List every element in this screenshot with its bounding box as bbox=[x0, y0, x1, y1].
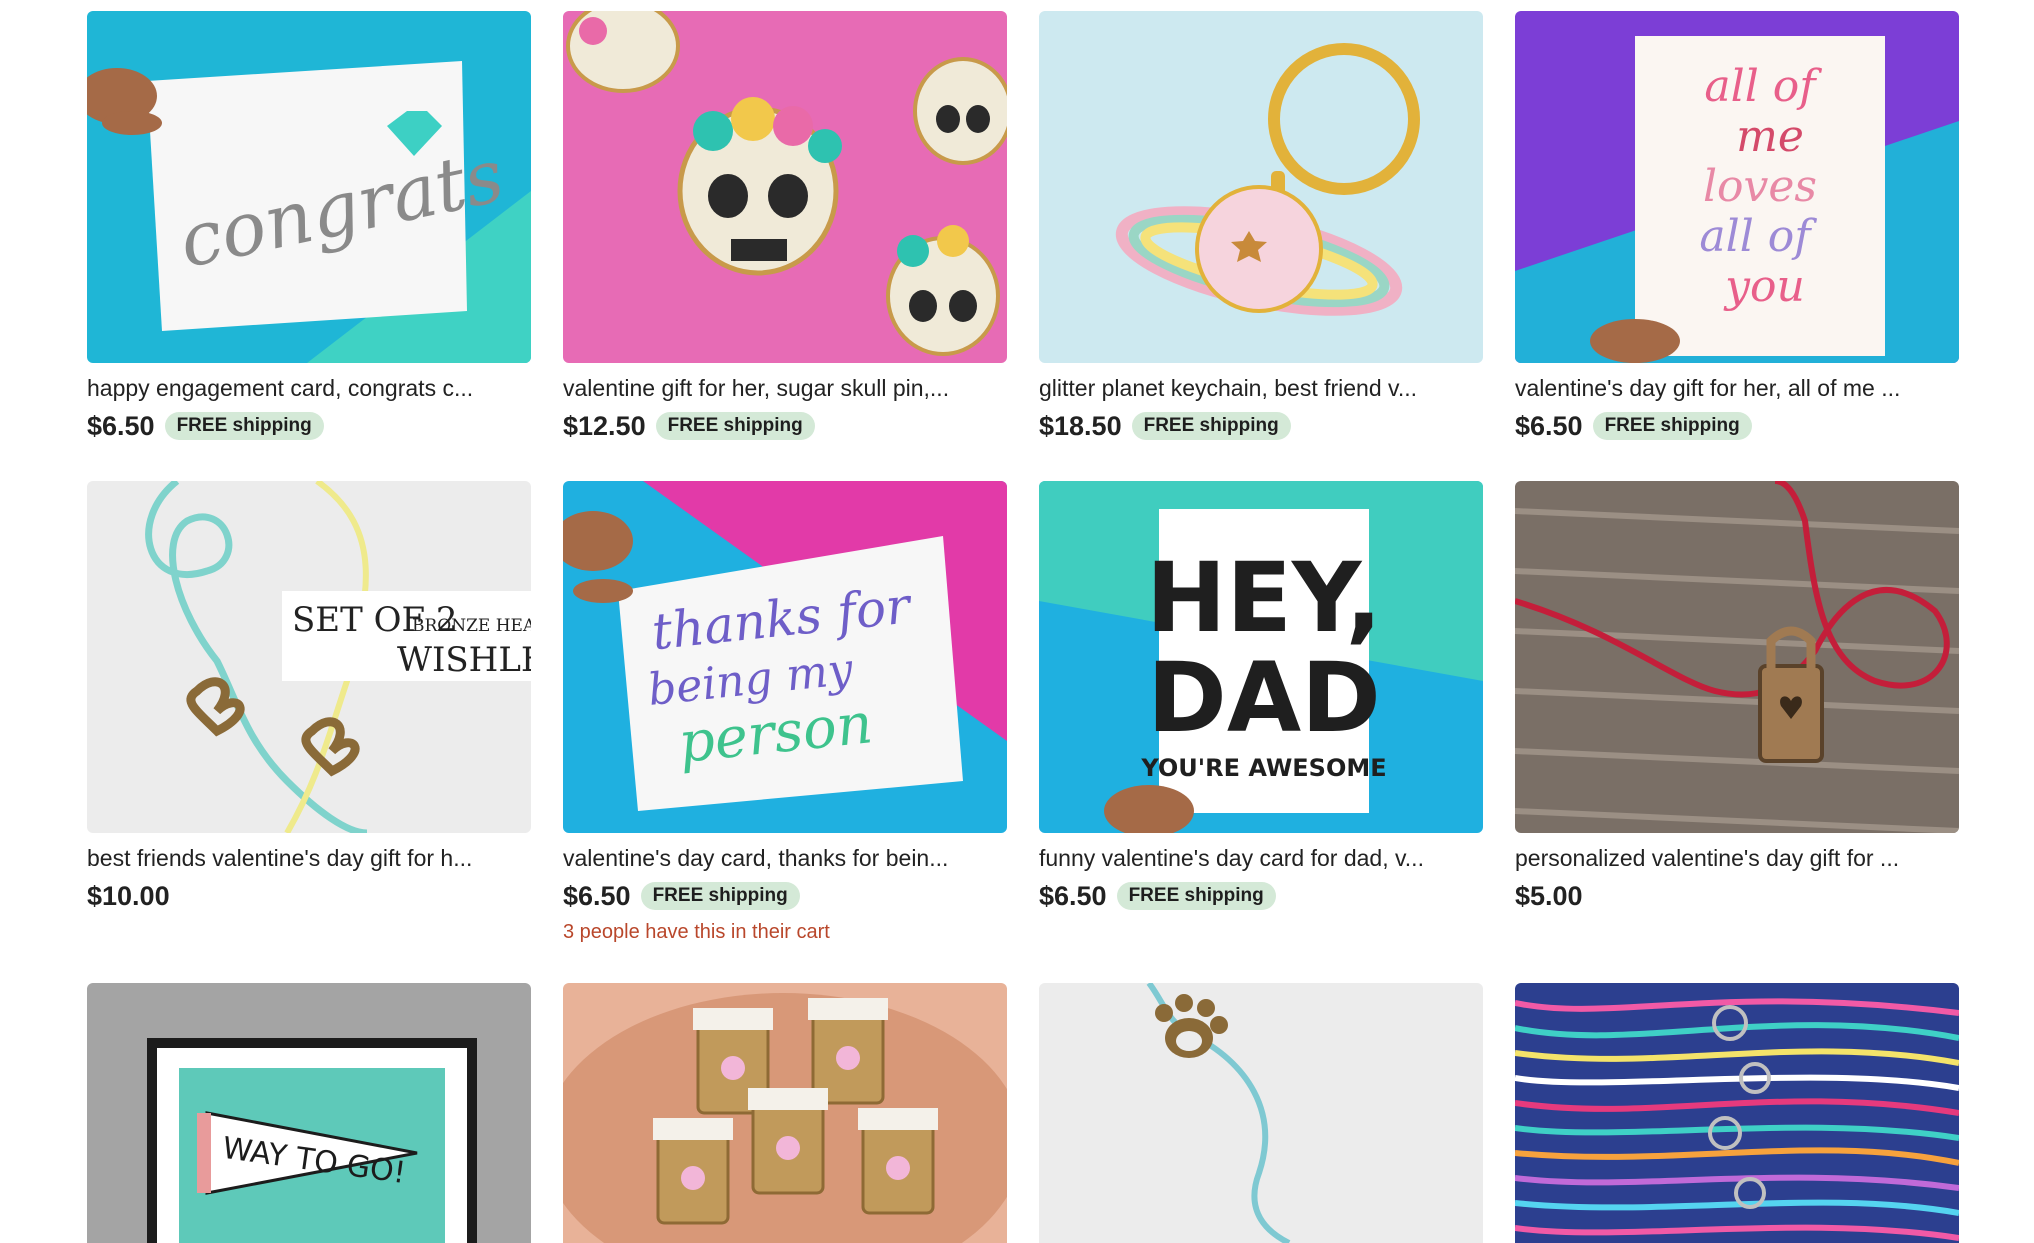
listing-image[interactable]: thanks for being my person bbox=[563, 481, 1007, 833]
listing-price: $6.50 bbox=[1039, 880, 1107, 911]
listing-title[interactable]: funny valentine's day card for dad, v... bbox=[1039, 843, 1483, 873]
listing-card[interactable]: glitter planet keychain, best friend v..… bbox=[1039, 11, 1483, 481]
card-lettering: HEY, bbox=[1146, 542, 1382, 654]
listing-image[interactable]: all of me loves all of you bbox=[1515, 11, 1959, 363]
listing-card[interactable]: HEY, DAD YOU'RE AWESOME funny valentine'… bbox=[1039, 481, 1483, 983]
image-caption: WISHLETS bbox=[397, 640, 531, 680]
listing-card[interactable]: SET OF 2 BRONZE HEART WISHLETS best frie… bbox=[87, 481, 531, 983]
listing-price: $6.50 bbox=[563, 880, 631, 911]
listing-card[interactable]: valentine gift for her, sugar skull pin,… bbox=[563, 11, 1007, 481]
listing-price: $10.00 bbox=[87, 880, 170, 911]
card-lettering: all of bbox=[1704, 61, 1822, 112]
listing-image[interactable] bbox=[1515, 481, 1959, 833]
image-caption: BRONZE HEART bbox=[412, 616, 531, 636]
listing-card[interactable] bbox=[1515, 983, 1959, 1243]
listing-image[interactable] bbox=[1039, 11, 1483, 363]
listing-price: $5.00 bbox=[1515, 880, 1583, 911]
free-shipping-badge: FREE shipping bbox=[640, 882, 800, 910]
card-lettering: YOU'RE AWESOME bbox=[1140, 754, 1386, 782]
listing-card[interactable]: thanks for being my person valentine's d… bbox=[563, 481, 1007, 983]
listing-price: $6.50 bbox=[87, 410, 155, 441]
free-shipping-badge: FREE shipping bbox=[1592, 412, 1752, 440]
listing-image[interactable]: WAY TO GO! bbox=[87, 983, 531, 1243]
card-lettering: all of bbox=[1699, 211, 1817, 262]
card-lettering: DAD bbox=[1147, 642, 1381, 754]
card-lettering: loves bbox=[1703, 161, 1817, 212]
listing-title[interactable]: happy engagement card, congrats c... bbox=[87, 373, 531, 403]
listing-title[interactable]: valentine's day gift for her, all of me … bbox=[1515, 373, 1959, 403]
card-lettering: you bbox=[1723, 261, 1805, 312]
listing-image[interactable] bbox=[1039, 983, 1483, 1243]
listing-title[interactable]: valentine's day card, thanks for bein... bbox=[563, 843, 1007, 873]
listing-price: $12.50 bbox=[563, 410, 646, 441]
listing-price: $18.50 bbox=[1039, 410, 1122, 441]
listing-card[interactable] bbox=[1039, 983, 1483, 1243]
listing-card[interactable]: personalized valentine's day gift for ..… bbox=[1515, 481, 1959, 983]
listing-card[interactable] bbox=[563, 983, 1007, 1243]
listing-title[interactable]: personalized valentine's day gift for ..… bbox=[1515, 843, 1959, 873]
listing-price: $6.50 bbox=[1515, 410, 1583, 441]
listing-image[interactable]: SET OF 2 BRONZE HEART WISHLETS bbox=[87, 481, 531, 833]
card-lettering: me bbox=[1736, 111, 1804, 162]
listing-grid-row-2: SET OF 2 BRONZE HEART WISHLETS best frie… bbox=[87, 481, 1959, 983]
listing-card[interactable]: WAY TO GO! bbox=[87, 983, 531, 1243]
free-shipping-badge: FREE shipping bbox=[164, 412, 324, 440]
cart-demand-note: 3 people have this in their cart bbox=[563, 921, 830, 943]
free-shipping-badge: FREE shipping bbox=[1131, 412, 1291, 440]
listing-image[interactable]: congrats bbox=[87, 11, 531, 363]
listing-image[interactable] bbox=[563, 983, 1007, 1243]
listing-image[interactable]: HEY, DAD YOU'RE AWESOME bbox=[1039, 481, 1483, 833]
listing-card[interactable]: congrats happy engagement card, congrats… bbox=[87, 11, 531, 481]
listing-grid-row-3: WAY TO GO! bbox=[87, 983, 1959, 1243]
listing-title[interactable]: valentine gift for her, sugar skull pin,… bbox=[563, 373, 1007, 403]
listing-image[interactable] bbox=[563, 11, 1007, 363]
listing-title[interactable]: glitter planet keychain, best friend v..… bbox=[1039, 373, 1483, 403]
free-shipping-badge: FREE shipping bbox=[1116, 882, 1276, 910]
listing-title[interactable]: best friends valentine's day gift for h.… bbox=[87, 843, 531, 873]
listing-grid-row-1: congrats happy engagement card, congrats… bbox=[87, 11, 1959, 481]
listing-image[interactable] bbox=[1515, 983, 1959, 1243]
free-shipping-badge: FREE shipping bbox=[655, 412, 815, 440]
listing-card[interactable]: all of me loves all of you valentine's d… bbox=[1515, 11, 1959, 481]
